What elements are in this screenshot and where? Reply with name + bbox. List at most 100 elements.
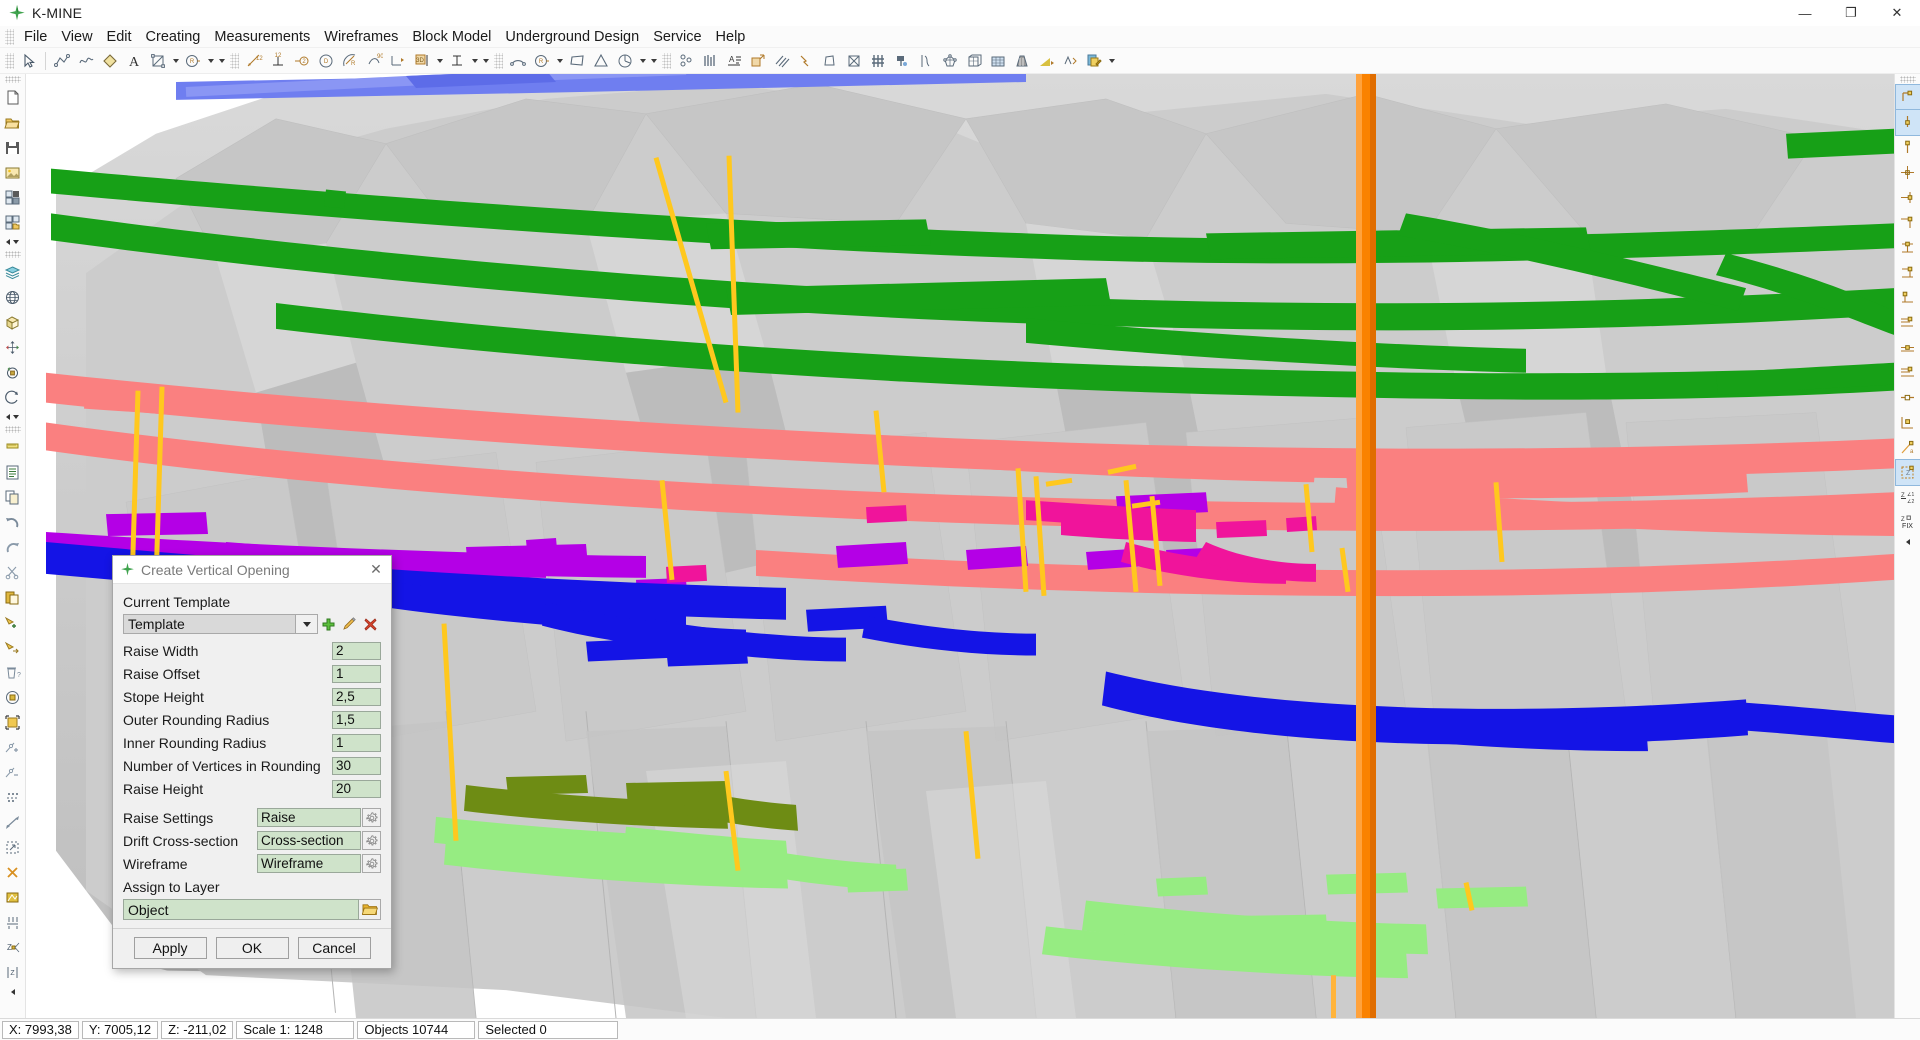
snap-intersect-icon[interactable] bbox=[1896, 360, 1920, 385]
extra-dropdown-icon-2[interactable] bbox=[480, 49, 491, 73]
template-combobox[interactable]: Template bbox=[123, 614, 296, 634]
snap-nearest-icon[interactable] bbox=[1896, 385, 1920, 410]
orbit-icon[interactable] bbox=[1, 385, 25, 410]
open-folder-icon[interactable] bbox=[1, 110, 25, 135]
redo-icon[interactable] bbox=[1, 535, 25, 560]
tunnel-icon[interactable] bbox=[1010, 49, 1034, 73]
cut-scissors-icon[interactable] bbox=[1, 560, 25, 585]
menu-view[interactable]: View bbox=[54, 27, 99, 47]
snap-quadrant-icon[interactable] bbox=[1896, 210, 1920, 235]
menu-measurements[interactable]: Measurements bbox=[207, 27, 317, 47]
red-x-icon[interactable] bbox=[360, 614, 381, 634]
prism-icon[interactable] bbox=[818, 49, 842, 73]
text-lines-icon[interactable]: A bbox=[722, 49, 746, 73]
marquee-icon[interactable] bbox=[1, 835, 25, 860]
pie-dropdown-icon[interactable] bbox=[637, 49, 648, 73]
snap-extension-icon[interactable] bbox=[1896, 335, 1920, 360]
undo-icon[interactable] bbox=[1, 510, 25, 535]
snap-corner-icon[interactable] bbox=[1896, 260, 1920, 285]
rectangle-dropdown-icon[interactable] bbox=[170, 49, 181, 73]
folder-icon[interactable] bbox=[359, 899, 381, 920]
collapse-arrow-icon[interactable] bbox=[1896, 535, 1920, 549]
points-icon[interactable] bbox=[674, 49, 698, 73]
snap-node-icon[interactable] bbox=[1896, 135, 1920, 160]
dialog-close-button[interactable]: ✕ bbox=[361, 556, 391, 583]
snap-z-angle-icon[interactable]: Z ∠1 ∠2 bbox=[1896, 485, 1920, 510]
minimize-button[interactable]: — bbox=[1782, 0, 1828, 26]
extra-dropdown-icon-4[interactable] bbox=[1106, 49, 1117, 73]
dim-3d-icon[interactable]: 3D bbox=[410, 49, 434, 73]
cube-icon[interactable] bbox=[1, 310, 25, 335]
save-disk-icon[interactable] bbox=[1, 135, 25, 160]
save-selected-icon[interactable] bbox=[1, 185, 25, 210]
dim-radius-icon[interactable]: R bbox=[338, 49, 362, 73]
grid-hash-icon[interactable] bbox=[866, 49, 890, 73]
dim-diameter-icon[interactable]: 2 bbox=[290, 49, 314, 73]
snap-box-icon[interactable]: Z bbox=[1895, 459, 1920, 486]
rotate-selection-icon[interactable] bbox=[1, 685, 25, 710]
polyline-icon[interactable] bbox=[50, 49, 74, 73]
assign-to-layer-input[interactable]: Object bbox=[123, 899, 359, 920]
toolbar-grip-icon-3[interactable] bbox=[494, 52, 503, 69]
quad-icon[interactable] bbox=[565, 49, 589, 73]
gear-icon-3[interactable] bbox=[362, 854, 381, 873]
extra-dropdown-icon-3[interactable] bbox=[648, 49, 659, 73]
more-arrows-icon[interactable] bbox=[1, 235, 25, 249]
ok-button[interactable]: OK bbox=[215, 937, 289, 959]
menu-help[interactable]: Help bbox=[709, 27, 753, 47]
apply-button[interactable]: Apply bbox=[133, 937, 207, 959]
vector-icon[interactable] bbox=[1058, 49, 1082, 73]
dotted-points-icon[interactable] bbox=[1, 785, 25, 810]
z-bracket-icon[interactable]: Z bbox=[1, 960, 25, 985]
import-image-icon[interactable] bbox=[1, 160, 25, 185]
collapse-arrow-icon[interactable] bbox=[1, 985, 25, 999]
polygon-fill-icon[interactable] bbox=[98, 49, 122, 73]
menu-creating[interactable]: Creating bbox=[139, 27, 208, 47]
delete-cross-icon[interactable] bbox=[1, 860, 25, 885]
dim-ordinate-icon[interactable] bbox=[445, 49, 469, 73]
grip-icon-2[interactable] bbox=[4, 251, 21, 258]
gear-icon[interactable] bbox=[362, 808, 381, 827]
select-remove-icon[interactable] bbox=[1, 635, 25, 660]
menu-underground-design[interactable]: Underground Design bbox=[498, 27, 646, 47]
text-A-icon[interactable]: A bbox=[122, 49, 146, 73]
contour-icon[interactable] bbox=[914, 49, 938, 73]
dim-linear-icon[interactable]: 12 bbox=[242, 49, 266, 73]
open-selected-icon[interactable] bbox=[1, 210, 25, 235]
ruler-icon[interactable] bbox=[1, 435, 25, 460]
drift-cross-section-input[interactable]: Cross-section bbox=[257, 831, 361, 850]
fill-area-icon[interactable] bbox=[1, 885, 25, 910]
wireframe-input[interactable]: Wireframe bbox=[257, 854, 361, 873]
dim-baseline-icon[interactable]: 12 bbox=[266, 49, 290, 73]
menu-grip-icon[interactable] bbox=[5, 28, 14, 45]
more-arrows-icon-2[interactable] bbox=[1, 410, 25, 424]
pie-icon[interactable] bbox=[613, 49, 637, 73]
remove-node-icon[interactable] bbox=[1, 760, 25, 785]
menu-wireframes[interactable]: Wireframes bbox=[317, 27, 405, 47]
menu-file[interactable]: File bbox=[17, 27, 54, 47]
list-icon[interactable] bbox=[1, 460, 25, 485]
dim-angle90-icon[interactable]: 90 bbox=[362, 49, 386, 73]
plus-green-icon[interactable] bbox=[318, 614, 339, 634]
create-vertical-opening-dialog[interactable]: Create Vertical Opening ✕ Current Templa… bbox=[112, 555, 392, 969]
snap-perp-icon[interactable] bbox=[1896, 235, 1920, 260]
toolbar-grip-icon-2[interactable] bbox=[230, 52, 239, 69]
dialog-title-bar[interactable]: Create Vertical Opening ✕ bbox=[113, 556, 391, 584]
pencil-icon[interactable] bbox=[339, 614, 360, 634]
grip-icon[interactable] bbox=[4, 76, 21, 83]
menu-block-model[interactable]: Block Model bbox=[405, 27, 498, 47]
menu-service[interactable]: Service bbox=[646, 27, 708, 47]
maximize-button[interactable]: ❐ bbox=[1828, 0, 1874, 26]
snap-grid-icon[interactable]: a bbox=[1896, 435, 1920, 460]
scale-selection-icon[interactable] bbox=[1, 710, 25, 735]
circler-dropdown-icon[interactable] bbox=[554, 49, 565, 73]
paste-icon[interactable] bbox=[1, 585, 25, 610]
raise-width-input[interactable]: 2 bbox=[332, 641, 381, 660]
cancel-button[interactable]: Cancel bbox=[297, 937, 371, 959]
globe-icon[interactable] bbox=[1, 285, 25, 310]
raise-height-input[interactable]: 20 bbox=[332, 779, 381, 798]
raise-settings-input[interactable]: Raise bbox=[257, 808, 361, 827]
gear-icon-2[interactable] bbox=[362, 831, 381, 850]
toolbar-grip-icon-4[interactable] bbox=[662, 52, 671, 69]
mesh-nodes-icon[interactable] bbox=[938, 49, 962, 73]
